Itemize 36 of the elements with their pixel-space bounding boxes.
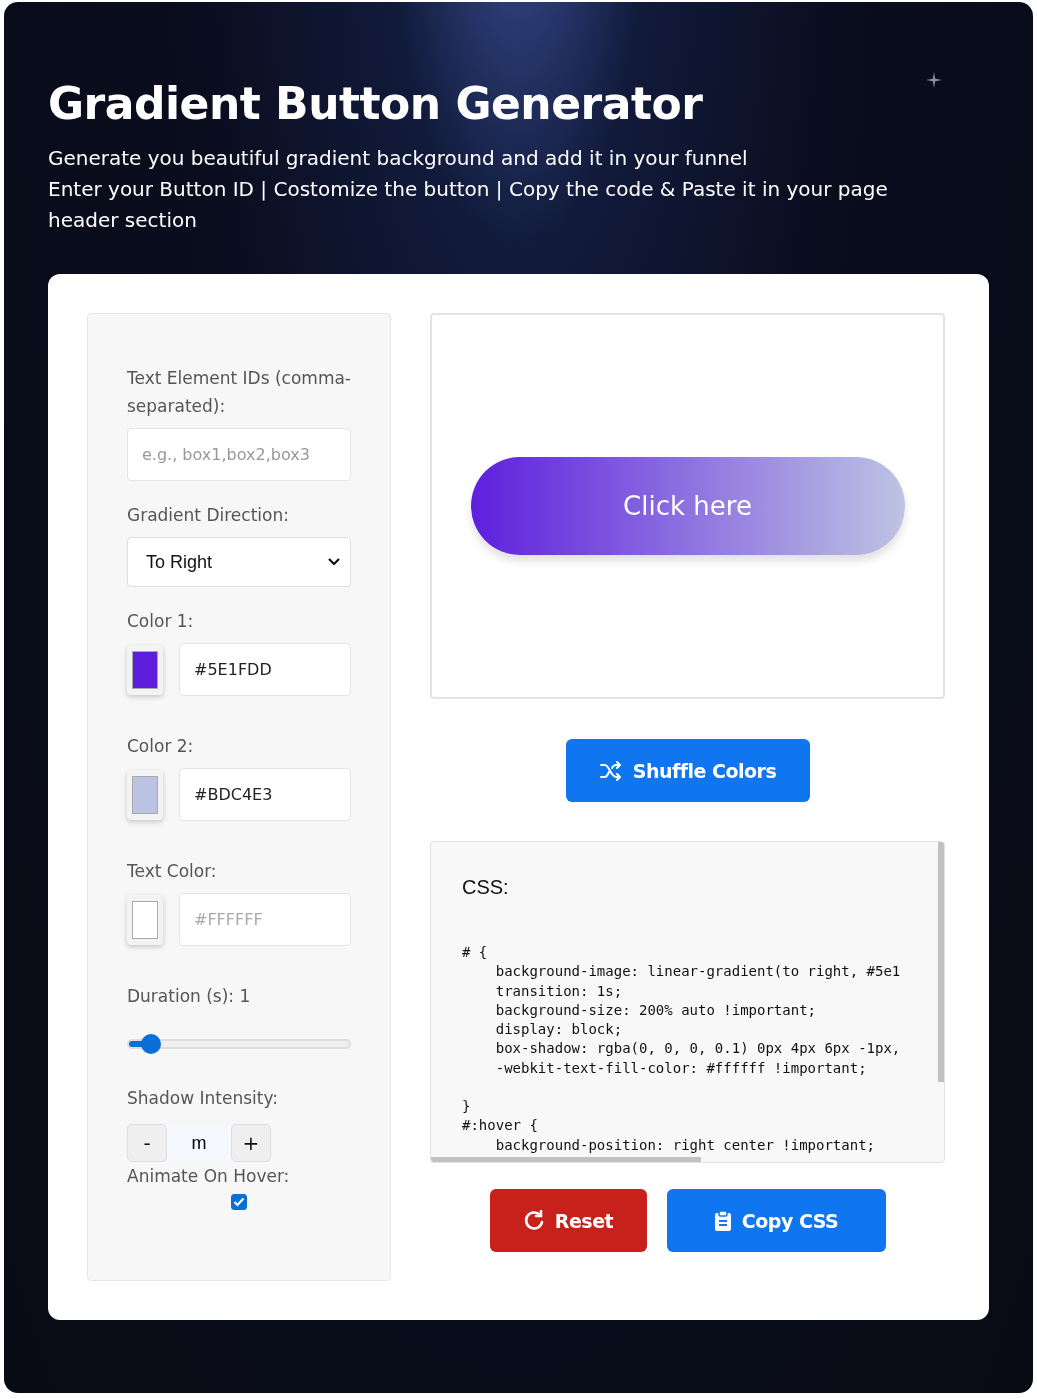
input-field[interactable]: #FFFFFF — [179, 893, 351, 946]
duration-slider[interactable] — [127, 1032, 351, 1056]
clipboard-icon — [713, 1209, 732, 1232]
description-text: Generate you beautiful gradient background and add it in your funnel — [48, 145, 749, 172]
increase-button[interactable]: + — [231, 1124, 271, 1162]
preview-button[interactable]: Click here — [470, 457, 905, 555]
input-field[interactable]: #BDC4E3 — [179, 768, 351, 821]
shuffle-button[interactable]: Shuffle Colors — [565, 739, 810, 802]
shuffle-icon — [598, 759, 623, 782]
description-text: Enter your Button ID | Costomize the button | Copy the code & Paste it in your page header section — [48, 176, 889, 234]
color-swatch[interactable] — [127, 894, 163, 945]
field-label: Text Element IDs (comma-separated): — [127, 367, 351, 418]
field-label: Shadow Intensity: — [127, 1087, 278, 1110]
input-field[interactable]: #5E1FDD — [179, 643, 351, 696]
sparkle-icon — [926, 72, 942, 88]
decrease-button[interactable]: - — [127, 1124, 167, 1162]
css-code: } #:hover { background-position: right center !important; — [462, 1097, 876, 1155]
field-label: Color 2: — [127, 735, 194, 758]
code-heading: CSS: — [462, 876, 510, 899]
field-label: Duration (s): 1 — [127, 985, 251, 1008]
reset-icon — [522, 1209, 545, 1232]
field-label: Color 1: — [127, 610, 194, 633]
css-code: # { background-image: linear-gradient(to right, #5e1 transition: 1s; background-size: 200% auto !important; display: block; box-shadow: rgba(0, 0, 0, 0.1) 0px 4px 6px -1px, -webkit-text-fill-color: #ffffff !important; — [462, 943, 902, 1078]
color-swatch[interactable] — [127, 644, 163, 695]
field-label: Animate On Hover: — [127, 1165, 290, 1188]
stepper-value: m — [167, 1125, 231, 1161]
field-label: Gradient Direction: — [127, 504, 289, 527]
chevron-icon — [328, 558, 340, 566]
checkbox[interactable] — [231, 1194, 247, 1210]
page-title: Gradient Button Generator — [48, 78, 703, 129]
field-label: Text Color: — [127, 860, 217, 883]
direction-select[interactable]: To Right — [127, 537, 351, 587]
color-swatch[interactable] — [127, 769, 163, 820]
input-field[interactable]: e.g., box1,box2,box3 — [127, 428, 351, 481]
reset-button[interactable]: Reset — [489, 1189, 647, 1252]
copy-button[interactable]: Copy CSS — [666, 1189, 886, 1252]
